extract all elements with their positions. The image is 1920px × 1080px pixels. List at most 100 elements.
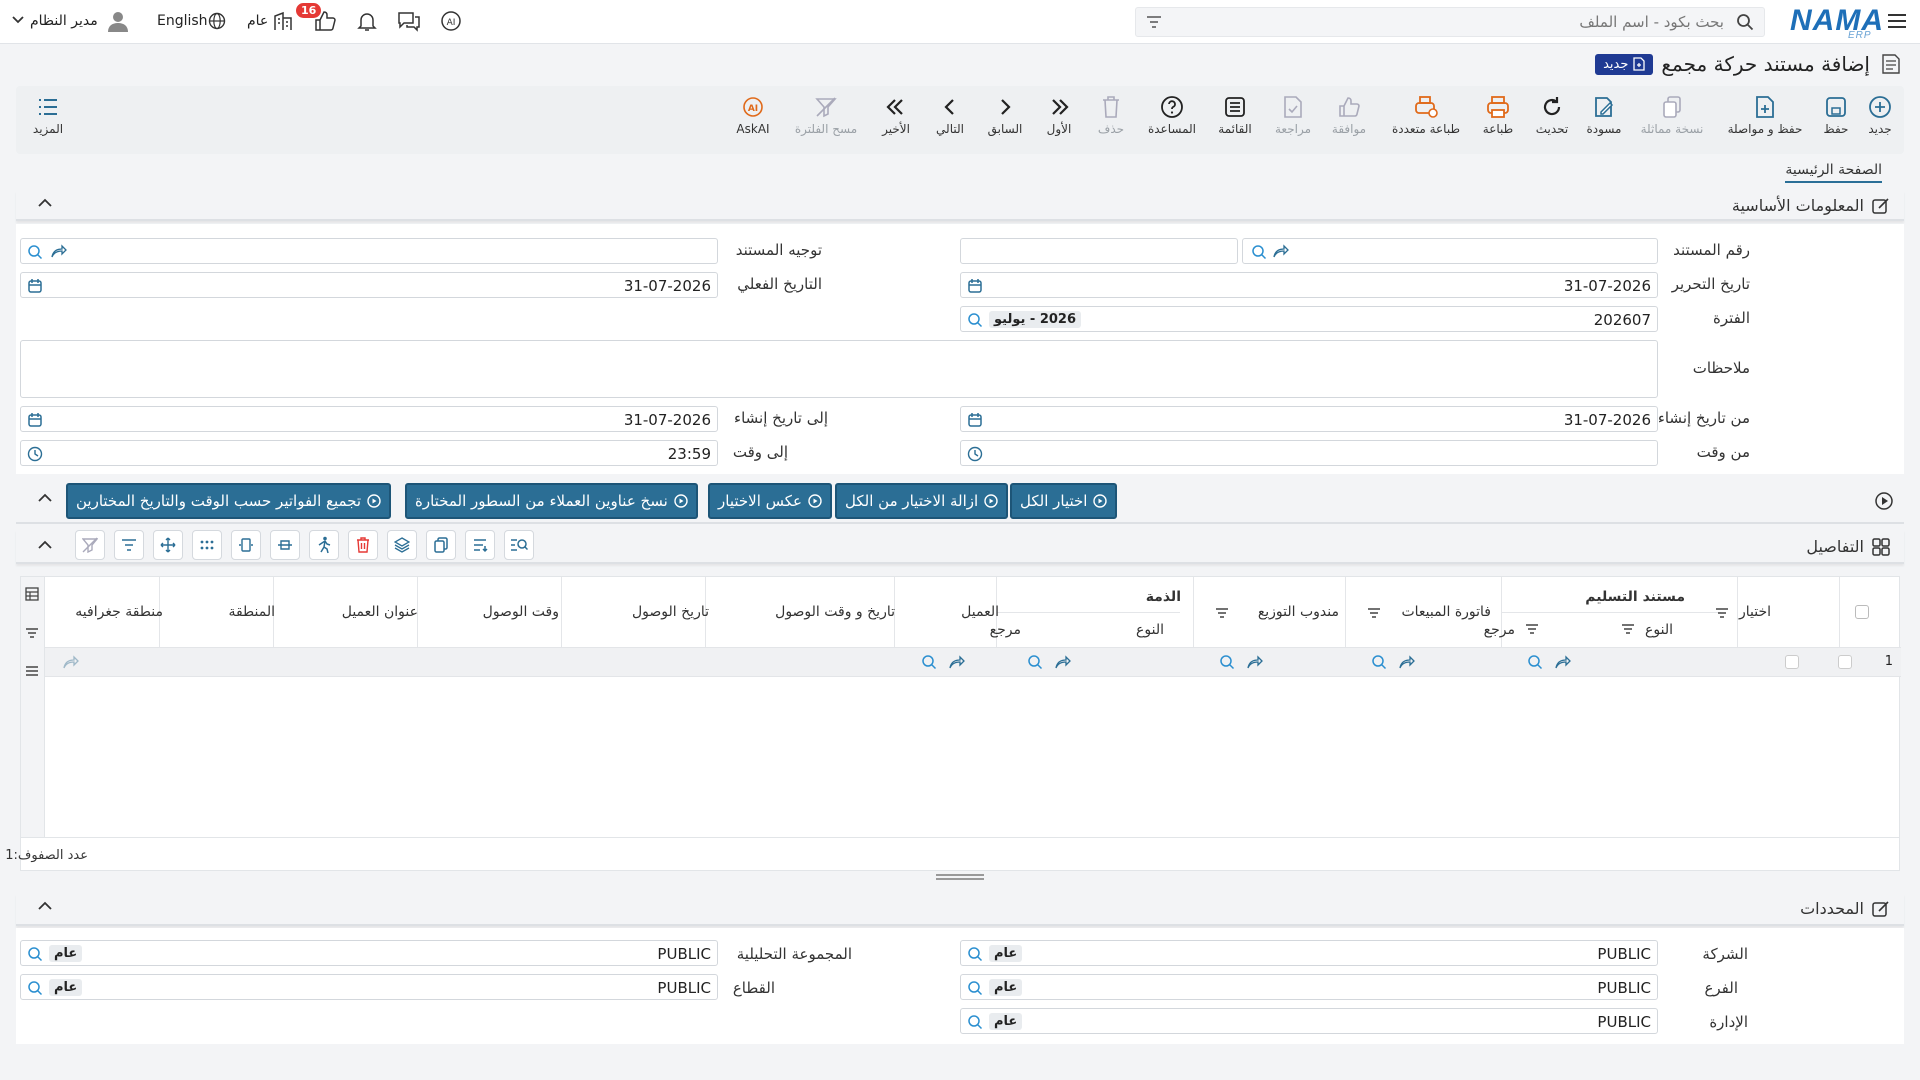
col-region[interactable]: المنطقة [228,604,275,620]
bell-icon[interactable] [354,8,380,34]
share-arrow-icon[interactable] [1555,655,1571,669]
share-arrow-icon[interactable] [1055,655,1071,669]
grid-run-icon[interactable] [309,530,339,560]
collapse-chevron-icon[interactable] [38,198,52,208]
more-button[interactable]: المزيد [28,94,68,136]
language-switch[interactable]: English [157,13,208,29]
save-button[interactable]: حفظ [1816,94,1856,136]
search-refresh-icon[interactable] [27,980,43,996]
column-filter-icon[interactable] [1525,623,1539,635]
save-continue-button[interactable]: حفظ و مواصلة [1720,94,1810,136]
public-label[interactable]: عام [247,13,268,29]
search-refresh-icon[interactable] [967,980,983,996]
to-time-field[interactable]: 23:59 [20,440,718,466]
select-all-button[interactable]: اختيار الكل [1010,483,1118,519]
delete-button[interactable]: حذف [1088,94,1134,136]
search-refresh-icon[interactable] [27,946,43,962]
print-button[interactable]: طباعة [1476,94,1520,136]
user-name[interactable]: مدير النظام [30,13,98,29]
analytic-group-field[interactable]: PUBLIC عام [20,940,718,966]
grid-delete-icon[interactable] [348,530,378,560]
notes-textarea[interactable] [20,340,1658,398]
grid-filter-icon[interactable] [114,530,144,560]
list-button[interactable]: القائمة [1210,94,1260,136]
search-refresh-icon[interactable] [1027,654,1043,670]
grid-table-icon[interactable] [25,587,39,601]
chevron-down-icon[interactable] [12,16,24,24]
basic-info-header[interactable]: المعلومات الأساسية [16,191,1904,221]
deselect-all-button[interactable]: ازالة الاختيار من الكل [835,483,1009,519]
column-filter-icon[interactable] [1715,607,1729,619]
search-refresh-icon[interactable] [1251,244,1267,260]
filter-icon[interactable] [25,627,39,639]
to-create-date-field[interactable]: 31-07-2026 [20,406,718,432]
grid-move-icon[interactable] [153,530,183,560]
search-refresh-icon[interactable] [1219,654,1235,670]
search-refresh-icon[interactable] [967,312,983,328]
menu-lines-icon[interactable] [25,665,39,677]
clock-icon[interactable] [967,446,983,462]
hamburger-menu-icon[interactable] [1884,8,1910,34]
share-arrow-icon[interactable] [1399,655,1415,669]
col-select[interactable]: اختيار [1739,604,1771,620]
share-arrow-icon[interactable] [1273,244,1289,258]
ai-icon[interactable]: AI [438,8,464,34]
col-customer-address[interactable]: عنوان العميل [342,604,418,620]
grid-copy-icon[interactable] [426,530,456,560]
tab-main[interactable]: الصفحة الرئيسية [1785,162,1882,183]
search-refresh-icon[interactable] [921,654,937,670]
share-arrow-icon[interactable] [1247,655,1263,669]
search-refresh-icon[interactable] [27,244,43,260]
askai-button[interactable]: AI AskAI [728,94,778,136]
search-input[interactable] [1196,11,1724,33]
grid-dots-icon[interactable] [192,530,222,560]
table-row[interactable]: 1 [45,647,1901,677]
calendar-icon[interactable] [27,412,43,428]
actual-date-field[interactable]: 31-07-2026 [20,272,718,298]
col-liability-type[interactable]: النوع [1136,622,1164,638]
globe-icon[interactable] [204,8,230,34]
search-refresh-icon[interactable] [1527,654,1543,670]
col-delivery-type[interactable]: النوع [1645,622,1673,638]
search-refresh-icon[interactable] [967,946,983,962]
col-delivery-ref[interactable]: مرجع [1484,622,1515,638]
approve-button[interactable]: موافقة [1324,94,1374,136]
doc-number-field[interactable] [1242,238,1658,264]
group-invoices-button[interactable]: تجميع الفواتير حسب الوقت والتاريخ المختا… [66,483,392,519]
sector-field[interactable]: PUBLIC عام [20,974,718,1000]
header-select-checkbox[interactable] [1855,605,1869,619]
share-arrow-icon[interactable] [949,655,965,669]
col-customer[interactable]: العميل [961,604,999,620]
invert-selection-button[interactable]: عكس الاختيار [708,483,832,519]
col-arrival-date[interactable]: تاريخ الوصول [632,604,709,620]
col-liability-ref[interactable]: مرجع [990,622,1021,638]
period-field[interactable]: 202607 2026 - يوليو [960,306,1658,332]
first-button[interactable]: الأول [1036,94,1082,136]
from-time-field[interactable] [960,440,1658,466]
avatar[interactable] [105,8,131,34]
new-button[interactable]: جديد [1860,94,1900,136]
col-sales-invoice[interactable]: فاتورة المبيعات [1401,604,1491,620]
calendar-icon[interactable] [967,278,983,294]
grid-layers-icon[interactable] [387,530,417,560]
search-icon[interactable] [1736,13,1754,31]
col-arrival-time[interactable]: وقت الوصول [483,604,559,620]
grid-sort-icon[interactable] [465,530,495,560]
grid-search-icon[interactable] [504,530,534,560]
filter-icon[interactable] [1146,15,1162,29]
search-refresh-icon[interactable] [967,1014,983,1030]
column-filter-icon[interactable] [1215,607,1229,619]
review-button[interactable]: مراجعة [1268,94,1318,136]
calendar-icon[interactable] [27,278,43,294]
calendar-icon[interactable] [967,412,983,428]
collapse-chevron-icon[interactable] [38,540,52,550]
edit-date-field[interactable]: 31-07-2026 [960,272,1658,298]
doc-direction-field[interactable] [20,238,718,264]
row-select-checkbox[interactable] [1838,655,1852,669]
share-arrow-icon[interactable] [63,655,79,669]
share-arrow-icon[interactable] [51,244,67,258]
company-field[interactable]: PUBLIC عام [960,940,1658,966]
grid-columns-icon[interactable] [231,530,261,560]
previous-button[interactable]: السابق [980,94,1030,136]
multi-print-button[interactable]: طباعة متعددة [1384,94,1468,136]
